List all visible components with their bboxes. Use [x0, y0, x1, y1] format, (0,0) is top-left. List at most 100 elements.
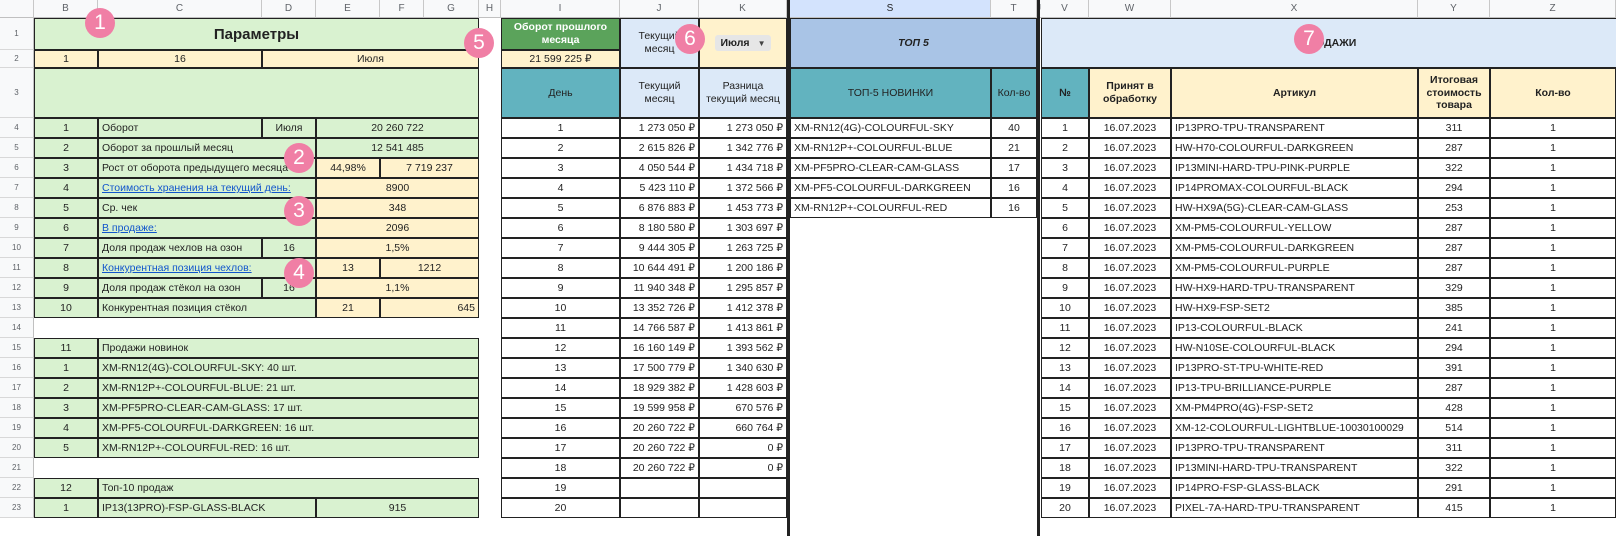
row-header-4[interactable]: 4 — [0, 118, 34, 138]
row-header-13[interactable]: 13 — [0, 298, 34, 318]
column-header-g[interactable]: G — [424, 0, 479, 18]
new-sales-item-number: 3 — [34, 398, 98, 418]
sales-row-n: 6 — [1041, 218, 1089, 238]
row-header-14[interactable]: 14 — [0, 318, 34, 338]
row-header-1[interactable]: 1 — [0, 18, 34, 50]
row-header-2[interactable]: 2 — [0, 50, 34, 68]
column-header-s[interactable]: S — [790, 0, 991, 18]
top10-number: 12 — [34, 478, 98, 498]
param-value[interactable]: 2096 — [316, 218, 479, 238]
sales-row-sku: XM-PM4PRO(4G)-FSP-SET2 — [1171, 398, 1418, 418]
row-header-15[interactable]: 15 — [0, 338, 34, 358]
top5-item-qty: 17 — [991, 158, 1037, 178]
row-header-23[interactable]: 23 — [0, 498, 34, 518]
column-header-f[interactable]: F — [380, 0, 424, 18]
row-header-22[interactable]: 22 — [0, 478, 34, 498]
annotation-badge-3: 3 — [284, 196, 314, 226]
row-header-5[interactable]: 5 — [0, 138, 34, 158]
param-value[interactable]: 12 541 485 — [316, 138, 479, 158]
column-header-z[interactable]: Z — [1490, 0, 1616, 18]
row-header-8[interactable]: 8 — [0, 198, 34, 218]
row-header-9[interactable]: 9 — [0, 218, 34, 238]
param-value-e[interactable]: 21 — [316, 298, 380, 318]
param-value-e[interactable]: 13 — [316, 258, 380, 278]
column-header-e[interactable]: E — [316, 0, 380, 18]
column-header-k[interactable]: K — [699, 0, 787, 18]
sales-row-date: 16.07.2023 — [1089, 498, 1171, 518]
column-header-y[interactable]: Y — [1418, 0, 1490, 18]
param-label[interactable]: В продаже: — [98, 218, 316, 238]
params-row2-b[interactable]: 16 — [98, 50, 262, 68]
params-row2-a[interactable]: 1 — [34, 50, 98, 68]
row-header-20[interactable]: 20 — [0, 438, 34, 458]
param-number: 5 — [34, 198, 98, 218]
column-header-v[interactable]: V — [1041, 0, 1089, 18]
sales-row-qty: 1 — [1490, 478, 1616, 498]
sales-row-price: 253 — [1418, 198, 1490, 218]
column-header-i[interactable]: I — [501, 0, 620, 18]
select-all-corner[interactable] — [0, 0, 34, 18]
top5-item-qty: 40 — [991, 118, 1037, 138]
param-label-text[interactable]: В продаже: — [102, 222, 157, 234]
daily-day: 3 — [501, 158, 620, 178]
daily-current: 6 876 883 ₽ — [620, 198, 699, 218]
top5-item-name: XM-PF5-COLOURFUL-DARKGREEN — [790, 178, 991, 198]
sales-row-date: 16.07.2023 — [1089, 138, 1171, 158]
daily-header-diff: Разница текущий месяц — [699, 68, 787, 118]
param-value-fg[interactable]: 645 — [380, 298, 479, 318]
sales-row-n: 10 — [1041, 298, 1089, 318]
row-header-18[interactable]: 18 — [0, 398, 34, 418]
param-value-fg[interactable]: 1212 — [380, 258, 479, 278]
row-header-11[interactable]: 11 — [0, 258, 34, 278]
row-header-16[interactable]: 16 — [0, 358, 34, 378]
column-header-h[interactable]: H — [479, 0, 501, 18]
row-header-7[interactable]: 7 — [0, 178, 34, 198]
column-header-x[interactable]: X — [1171, 0, 1418, 18]
sales-row-n: 4 — [1041, 178, 1089, 198]
row-header-3[interactable]: 3 — [0, 68, 34, 118]
params-row2-month[interactable]: Июля — [262, 50, 479, 68]
sales-row-sku: IP13PRO-ST-TPU-WHITE-RED — [1171, 358, 1418, 378]
daily-day: 4 — [501, 178, 620, 198]
param-value-e[interactable]: 44,98% — [316, 158, 380, 178]
param-month[interactable]: Июля — [262, 118, 316, 138]
daily-day: 2 — [501, 138, 620, 158]
column-header-j[interactable]: J — [620, 0, 699, 18]
daily-header-current: Текущий месяц — [620, 68, 699, 118]
month-dropdown-chip[interactable]: Июля ▼ — [714, 35, 772, 51]
column-header-w[interactable]: W — [1089, 0, 1171, 18]
sales-row-date: 16.07.2023 — [1089, 398, 1171, 418]
param-label-text[interactable]: Конкурентная позиция чехлов: — [102, 262, 252, 274]
param-value[interactable]: 8900 — [316, 178, 479, 198]
top5-item-qty: 16 — [991, 178, 1037, 198]
param-value-fg[interactable]: 7 719 237 — [380, 158, 479, 178]
column-header-t[interactable]: T — [991, 0, 1037, 18]
row-header-10[interactable]: 10 — [0, 238, 34, 258]
param-value[interactable]: 20 260 722 — [316, 118, 479, 138]
row-header-12[interactable]: 12 — [0, 278, 34, 298]
row-header-6[interactable]: 6 — [0, 158, 34, 178]
param-value[interactable]: 348 — [316, 198, 479, 218]
column-header-d[interactable]: D — [262, 0, 316, 18]
daily-day: 14 — [501, 378, 620, 398]
sales-row-qty: 1 — [1490, 138, 1616, 158]
param-value[interactable]: 1,5% — [316, 238, 479, 258]
param-label-text[interactable]: Стоимость хранения на текущий день: — [102, 182, 291, 194]
chevron-down-icon[interactable]: ▼ — [758, 39, 766, 48]
daily-day: 20 — [501, 498, 620, 518]
sales-row-date: 16.07.2023 — [1089, 438, 1171, 458]
param-label: Рост от оборота предыдущего месяца — [98, 158, 316, 178]
param-day[interactable]: 16 — [262, 238, 316, 258]
column-header-c[interactable]: C — [98, 0, 262, 18]
param-label[interactable]: Стоимость хранения на текущий день: — [98, 178, 316, 198]
param-value[interactable]: 1,1% — [316, 278, 479, 298]
row-header-21[interactable]: 21 — [0, 458, 34, 478]
month-dropdown[interactable]: Июля ▼ — [699, 18, 787, 68]
sales-header-price: Итоговая стоимость товара — [1418, 68, 1490, 118]
new-sales-item-number: 2 — [34, 378, 98, 398]
row-header-17[interactable]: 17 — [0, 378, 34, 398]
sales-row-price: 311 — [1418, 438, 1490, 458]
row-header-19[interactable]: 19 — [0, 418, 34, 438]
top5-header-qty: Кол-во — [991, 68, 1037, 118]
param-label: Доля продаж стёкол на озон — [98, 278, 262, 298]
